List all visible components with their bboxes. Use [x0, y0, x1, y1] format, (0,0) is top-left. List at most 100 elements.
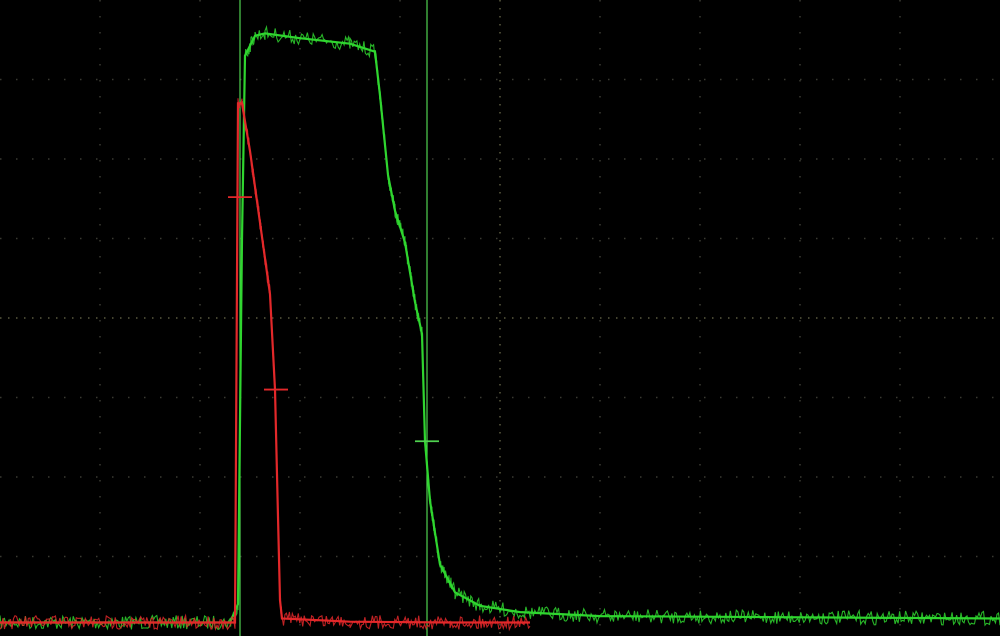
grid-dot [816, 555, 818, 558]
grid-dot [199, 464, 201, 466]
grid-dot [399, 400, 401, 402]
grid-dot [592, 237, 594, 240]
grid-dot [592, 396, 594, 399]
grid-dot [199, 544, 201, 546]
grid-dot [352, 476, 354, 478]
grid-dot [499, 392, 501, 394]
grid-dot [499, 328, 501, 330]
grid-dot [16, 317, 18, 319]
grid-dot [899, 400, 901, 402]
grid-dot [499, 560, 501, 562]
grid-dot [299, 432, 301, 434]
grid-dot [799, 544, 801, 546]
grid-dot [80, 476, 82, 478]
grid-dot [688, 317, 690, 319]
grid-dot [699, 368, 701, 370]
cursor-lines [239, 0, 428, 636]
grid-dot [499, 16, 501, 18]
grid-dot [944, 396, 946, 399]
grid-dot [899, 304, 901, 306]
grid-dot [299, 384, 301, 386]
grid-dot [928, 476, 930, 478]
grid-dot [160, 555, 162, 558]
grid-dot [199, 224, 201, 226]
grid-dot [320, 555, 322, 558]
grid-dot [799, 624, 801, 626]
grid-dot [456, 317, 458, 319]
grid-dot [576, 476, 578, 478]
grid-dot [480, 317, 482, 319]
grid-dot [399, 384, 401, 386]
grid-dot [424, 317, 426, 319]
grid-dot [704, 78, 706, 81]
grid-dot [952, 317, 954, 319]
grid-dot [899, 336, 901, 338]
grid-dot [99, 96, 101, 98]
grid-dot [399, 560, 401, 562]
grid-dot [856, 317, 858, 319]
grid-dot [799, 576, 801, 578]
grid-dot [499, 472, 501, 474]
grid-dot [499, 480, 501, 482]
grid-dot [608, 555, 610, 558]
grid-dot [699, 512, 701, 514]
grid-dot [699, 448, 701, 450]
grid-dot [480, 555, 482, 558]
grid-dot [399, 480, 401, 482]
grid-dot [960, 78, 962, 81]
grid-dot [199, 192, 201, 194]
grid-dot [624, 396, 626, 399]
grid-dot [80, 237, 82, 240]
grid-dot [816, 237, 818, 240]
grid-dot [699, 272, 701, 274]
grid-dot [144, 237, 146, 240]
grid-dot [752, 78, 754, 81]
grid-dot [688, 555, 690, 558]
grid-dot [368, 158, 370, 160]
grid-dot [112, 237, 114, 240]
grid-dot [299, 352, 301, 354]
grid-dot [599, 32, 601, 34]
grid-dot [608, 476, 610, 478]
grid-dot [299, 112, 301, 114]
grid-dot [599, 432, 601, 434]
grid-dot [864, 237, 866, 240]
grid-dot [712, 317, 714, 319]
grid-dot [960, 158, 962, 160]
grid-dot [736, 555, 738, 558]
grid-dot [899, 512, 901, 514]
grid-dot [808, 317, 810, 319]
grid-dot [992, 555, 994, 558]
grid-dot [496, 237, 498, 240]
grid-dot [499, 224, 501, 226]
grid-dot [920, 317, 922, 319]
grid-dot [400, 555, 402, 558]
grid-dot [499, 288, 501, 290]
grid-dot [112, 78, 114, 81]
grid-dot [299, 528, 301, 530]
grid-dot [16, 78, 18, 81]
grid-dot [799, 96, 801, 98]
grid-dot [912, 555, 914, 558]
grid-dot [599, 336, 601, 338]
grid-dot [499, 336, 501, 338]
grid-dot [600, 317, 602, 319]
grid-dot [699, 304, 701, 306]
grid-dot [592, 317, 594, 319]
grid-dot [496, 317, 498, 319]
grid-dot [699, 352, 701, 354]
grid-dot [799, 128, 801, 130]
grid-dot [64, 158, 66, 160]
grid-dot [599, 256, 601, 258]
grid-dot [496, 396, 498, 399]
grid-dot [944, 158, 946, 160]
grid-dot [899, 64, 901, 66]
grid-dot [599, 480, 601, 482]
grid-dot [280, 317, 282, 319]
grid-dot [288, 158, 290, 160]
grid-dot [0, 476, 2, 478]
trace-markers [228, 196, 439, 443]
grid-dot [99, 112, 101, 114]
grid-dot [672, 396, 674, 399]
grid-dot [640, 555, 642, 558]
